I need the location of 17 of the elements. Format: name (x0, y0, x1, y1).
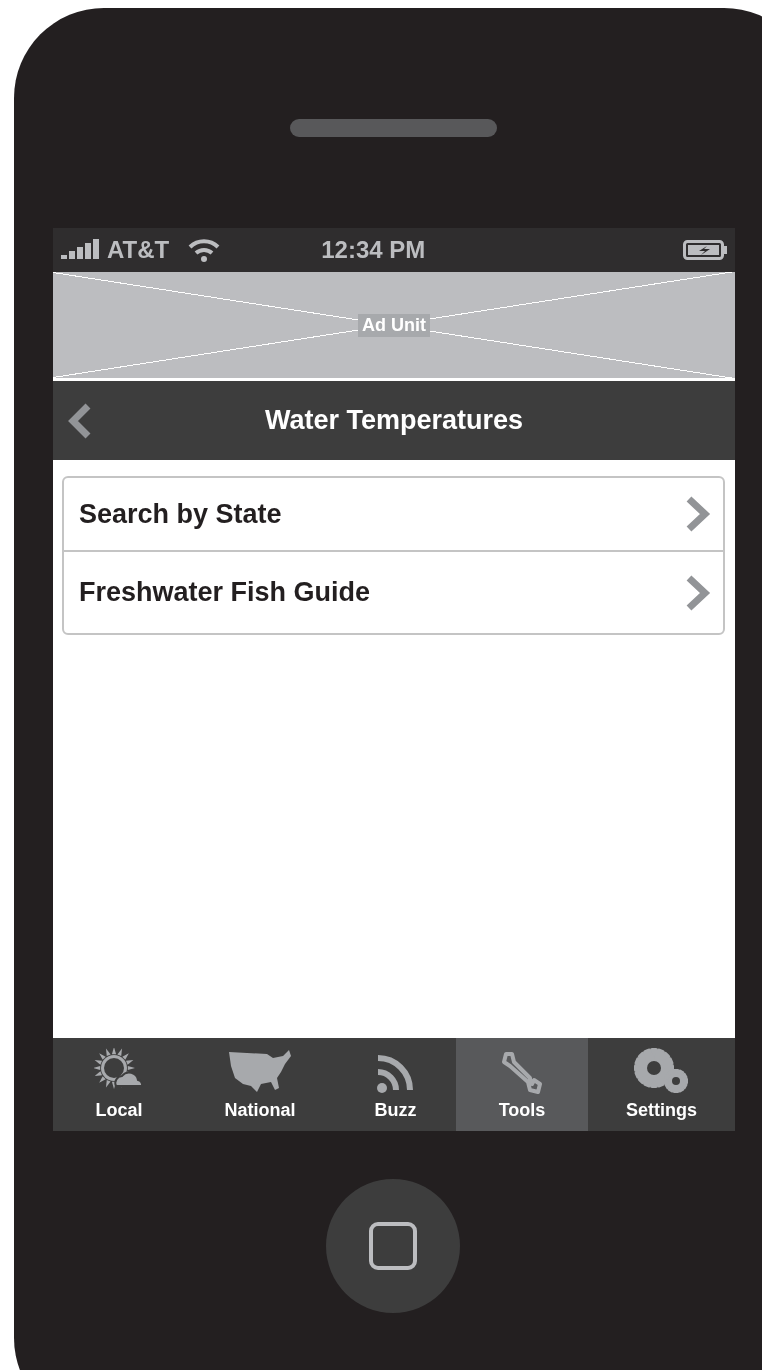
menu-row[interactable]: Search by State (64, 478, 723, 550)
gears-icon (633, 1048, 690, 1094)
clock-time: 12:34 PM (321, 236, 427, 264)
tab-item[interactable]: Tools (456, 1038, 588, 1131)
ad-label: Ad Unit (358, 313, 430, 337)
chevron-right-icon (685, 573, 711, 612)
carrier-label: AT&T (107, 236, 170, 264)
wrench-icon (500, 1050, 544, 1094)
back-button[interactable] (67, 401, 93, 440)
battery-charging-icon (683, 239, 729, 261)
map-icon (227, 1048, 293, 1094)
signal-icon (61, 239, 101, 261)
menu-row[interactable]: Freshwater Fish Guide (64, 550, 723, 633)
chevron-right-icon (685, 495, 711, 533)
wifi-icon (187, 237, 222, 263)
rss-icon (375, 1052, 416, 1094)
screen-title: Water Temperatures (263, 405, 525, 436)
